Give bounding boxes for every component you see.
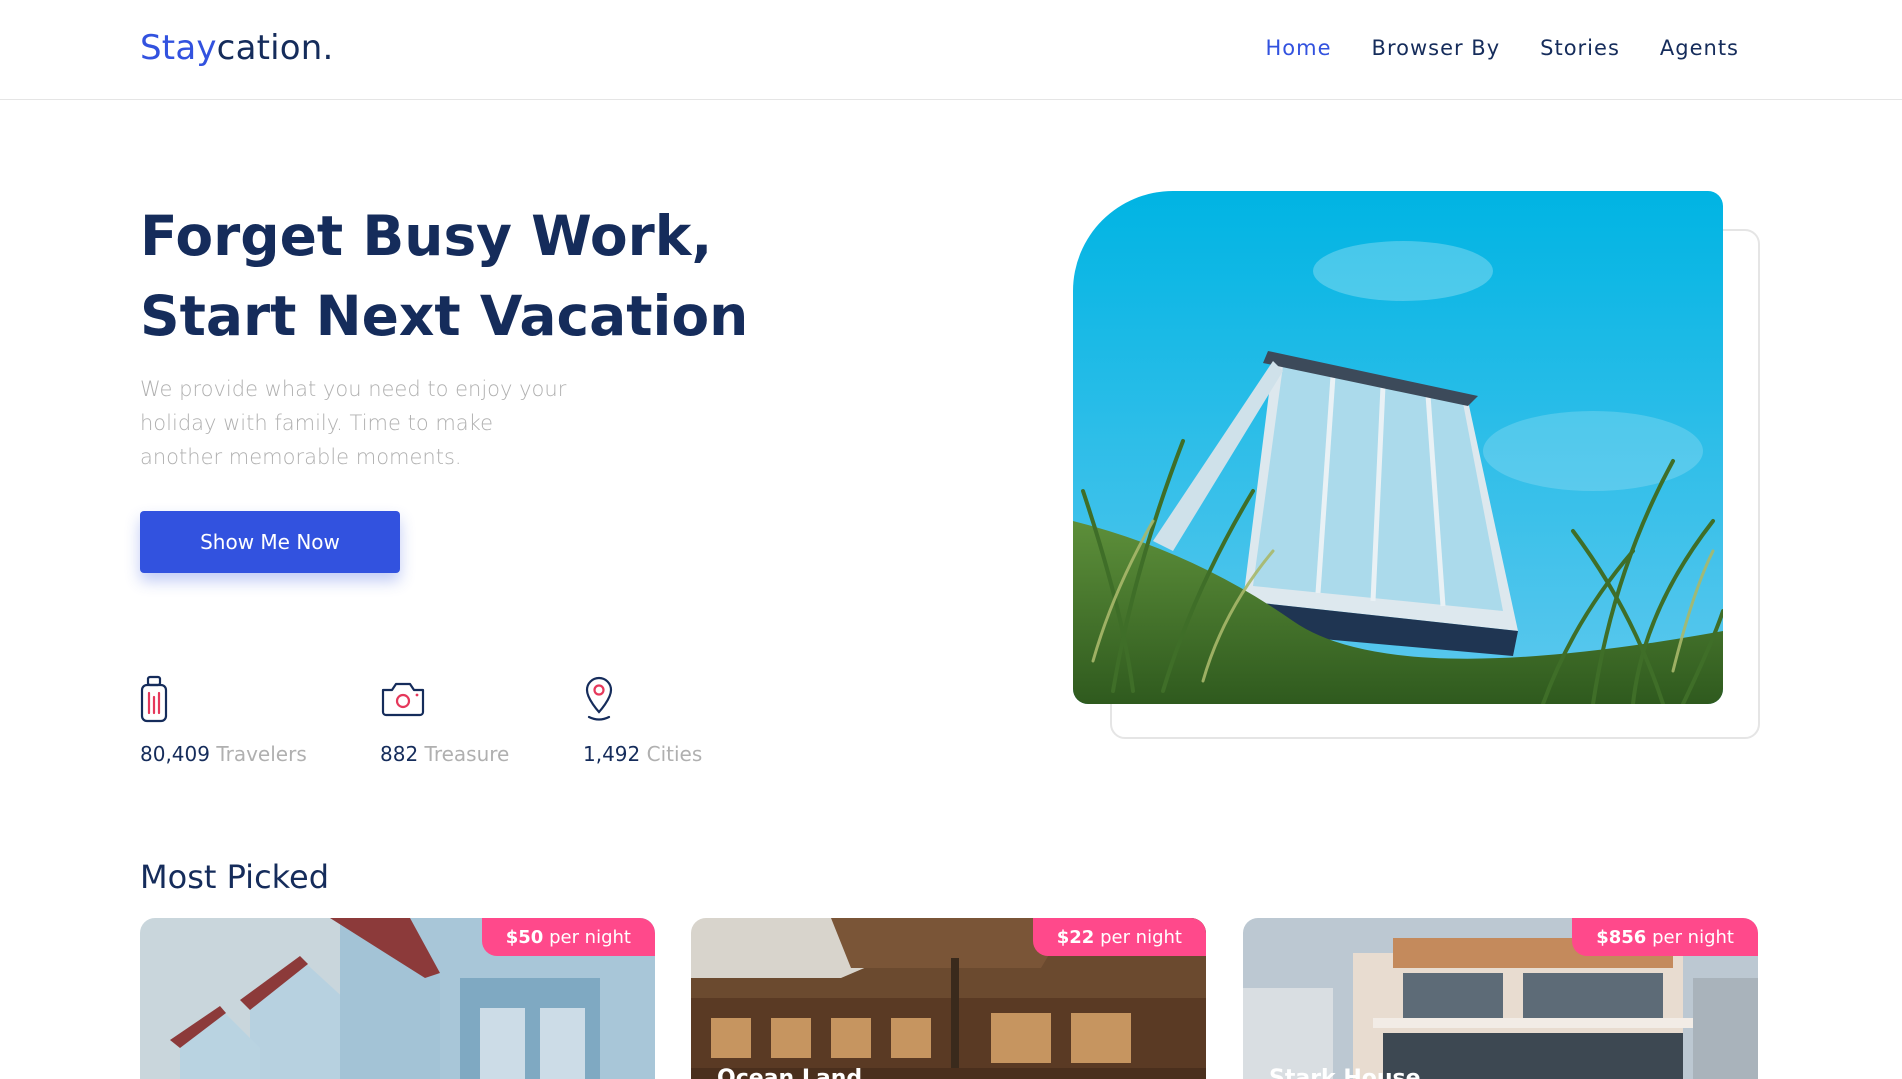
property-name-3: Stark House [1269,1066,1421,1079]
stat-treasure-label: 882 Treasure [380,742,510,766]
property-name-2: Ocean Land [717,1066,863,1079]
stat-cities-label: 1,492 Cities [583,742,703,766]
main-nav: Home Browser By Stories Agents [1266,36,1739,60]
hero-title: Forget Busy Work, Start Next Vacation [140,196,860,356]
hero-title-line-2: Start Next Vacation [140,284,749,348]
nav-browser-by[interactable]: Browser By [1372,36,1501,60]
logo[interactable]: Staycation. [140,28,334,68]
property-card-2[interactable]: $22 per night Ocean Land [691,918,1206,1079]
stat-treasure: 882 Treasure [380,675,509,766]
nav-stories[interactable]: Stories [1540,36,1620,60]
stat-travelers: 80,409 Travelers [140,675,307,766]
stat-travelers-label: 80,409 Travelers [140,742,307,766]
nav-home[interactable]: Home [1266,36,1332,60]
luggage-icon [140,675,307,725]
property-card-3[interactable]: $856 per night Stark House [1243,918,1758,1079]
hero-image [1073,191,1723,704]
price-tag-3: $856 per night [1572,918,1758,956]
logo-rest-text: cation. [216,28,334,68]
property-card-1[interactable]: $50 per night [140,918,655,1079]
show-me-now-button[interactable]: Show Me Now [140,511,400,573]
stat-cities: 1,492 Cities [583,675,702,766]
nav-agents[interactable]: Agents [1660,36,1739,60]
hero-subtitle: We provide what you need to enjoy your h… [140,372,580,474]
hero-subtitle-line-3: another memorable moments. [140,445,462,469]
logo-accent-text: Stay [140,28,217,68]
hero-title-line-1: Forget Busy Work, [140,204,713,268]
hero-subtitle-line-1: We provide what you need to enjoy your [140,377,567,401]
camera-icon [380,675,509,725]
price-tag-1: $50 per night [481,918,655,956]
price-tag-2: $22 per night [1032,918,1206,956]
site-header: Staycation. Home Browser By Stories Agen… [0,0,1902,100]
hero-subtitle-line-2: holiday with family. Time to make [140,411,494,435]
most-picked-title: Most Picked [140,858,330,896]
map-pin-icon [583,675,702,725]
